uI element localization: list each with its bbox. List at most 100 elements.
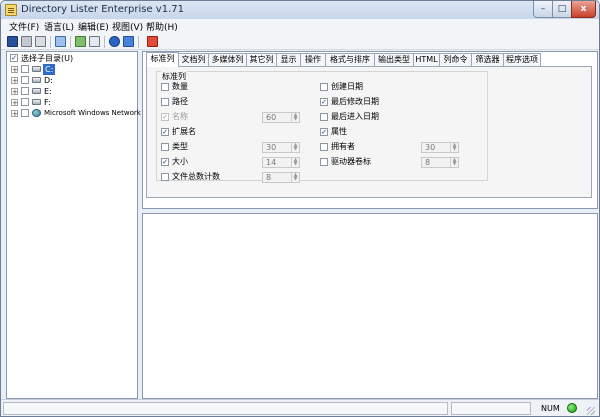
tree-item-label: E:: [44, 87, 52, 96]
tree-item-f[interactable]: + F:: [7, 97, 137, 108]
network-icon: [32, 109, 41, 117]
close-button[interactable]: x: [571, 1, 596, 18]
select-subdirectories-checkbox[interactable]: ✓: [10, 54, 18, 62]
spinner-arrows-icon[interactable]: ▲ ▼: [291, 158, 299, 167]
tree-item-label: F:: [44, 98, 51, 107]
spinner-arrows-icon[interactable]: ▲ ▼: [291, 143, 299, 152]
checkbox: ✓: [161, 113, 169, 121]
tab-actions[interactable]: 操作: [300, 53, 326, 66]
tab-media-columns[interactable]: 多媒体列: [208, 53, 247, 66]
drive-icon: [32, 88, 41, 94]
spinner-arrows-icon[interactable]: ▲ ▼: [291, 173, 299, 182]
tree-root[interactable]: ✓ 选择子目录(U): [7, 53, 137, 64]
about-icon[interactable]: [123, 36, 134, 47]
checkbox[interactable]: ✓: [320, 98, 328, 106]
checkbox[interactable]: [320, 143, 328, 151]
menu-help[interactable]: 帮助(H): [146, 20, 178, 33]
drive-icon: [32, 99, 41, 105]
app-icon: [5, 4, 17, 16]
output-pane[interactable]: [142, 213, 598, 399]
tab-filters[interactable]: 筛选器: [471, 53, 504, 66]
copy-icon[interactable]: [55, 36, 66, 47]
expand-icon[interactable]: +: [11, 110, 18, 118]
help-icon[interactable]: [109, 36, 120, 47]
checkbox[interactable]: [320, 83, 328, 91]
tree-item-label: C:: [43, 64, 56, 75]
tree-item-e[interactable]: + E:: [7, 86, 137, 97]
tree-checkbox[interactable]: [21, 109, 29, 117]
resize-grip-icon[interactable]: [587, 407, 595, 415]
tab-format-sort[interactable]: 格式与排序: [325, 53, 375, 66]
menu-bar: 文件(F) 语言(L) 编辑(E) 视图(V) 帮助(H): [1, 19, 599, 33]
tree-checkbox[interactable]: [21, 87, 29, 95]
tab-standard-columns[interactable]: 标准列: [146, 52, 179, 67]
menu-edit[interactable]: 编辑(E): [78, 20, 109, 33]
tree-item-c[interactable]: + C:: [7, 64, 137, 75]
checkbox[interactable]: [320, 113, 328, 121]
drive-icon: [32, 66, 41, 72]
menu-file[interactable]: 文件(F): [9, 20, 39, 33]
maximize-button[interactable]: □: [552, 1, 572, 18]
tab-html[interactable]: HTML: [413, 53, 440, 66]
folder-tree[interactable]: ✓ 选择子目录(U) + C: + D: + E: + F: + Microso…: [6, 51, 141, 399]
checkbox[interactable]: [161, 98, 169, 106]
tab-display[interactable]: 显示: [276, 53, 301, 66]
group-title: 标准列: [161, 71, 187, 82]
export-icon[interactable]: [75, 36, 86, 47]
print-preview-icon[interactable]: [35, 36, 46, 47]
toolbar-separator: [104, 36, 105, 48]
checkbox[interactable]: ✓: [161, 158, 169, 166]
application-window: Directory Lister Enterprise v1.71 – □ x …: [0, 0, 600, 417]
tree-item-network[interactable]: + Microsoft Windows Network: [7, 108, 141, 119]
spinner-arrows-icon[interactable]: ▲ ▼: [450, 158, 458, 167]
tab-program-options[interactable]: 程序选项: [503, 53, 541, 66]
volume-label-width-spinner[interactable]: 8 ▲ ▼: [421, 157, 459, 168]
expand-icon[interactable]: +: [11, 99, 18, 107]
tree-checkbox[interactable]: [21, 76, 29, 84]
tab-column-commands[interactable]: 列命令: [439, 53, 472, 66]
minimize-button[interactable]: –: [533, 1, 553, 18]
tab-other-columns[interactable]: 其它列: [246, 53, 277, 66]
file-count-width-spinner[interactable]: 8 ▲ ▼: [262, 172, 300, 183]
tree-item-d[interactable]: + D:: [7, 75, 137, 86]
expand-icon[interactable]: +: [11, 77, 18, 85]
tree-checkbox[interactable]: [21, 98, 29, 106]
checkbox[interactable]: [161, 83, 169, 91]
checkbox[interactable]: [161, 173, 169, 181]
checkbox[interactable]: [320, 158, 328, 166]
exit-icon[interactable]: [147, 36, 158, 47]
name-width-spinner[interactable]: 60 ▲ ▼: [262, 112, 300, 123]
menu-language[interactable]: 语言(L): [44, 20, 74, 33]
expand-icon[interactable]: +: [11, 88, 18, 96]
expand-icon[interactable]: +: [11, 66, 18, 74]
checkbox[interactable]: ✓: [320, 128, 328, 136]
status-cell-progress: [451, 402, 531, 415]
spinner-arrows-icon[interactable]: ▲ ▼: [291, 113, 299, 122]
export-html-icon[interactable]: [89, 36, 100, 47]
toolbar-separator: [70, 36, 71, 48]
toolbar-separator: [50, 36, 51, 48]
menu-view[interactable]: 视图(V): [112, 20, 143, 33]
tree-item-label: D:: [44, 76, 53, 85]
type-width-spinner[interactable]: 30 ▲ ▼: [262, 142, 300, 153]
tree-checkbox[interactable]: [21, 65, 29, 73]
title-bar[interactable]: Directory Lister Enterprise v1.71 – □ x: [1, 1, 599, 19]
tab-document-columns[interactable]: 文档列: [178, 53, 209, 66]
checkbox[interactable]: [161, 143, 169, 151]
status-bar: NUM: [1, 399, 599, 416]
owner-width-spinner[interactable]: 30 ▲ ▼: [421, 142, 459, 153]
window-title: Directory Lister Enterprise v1.71: [21, 4, 184, 15]
num-lock-indicator: NUM: [541, 404, 560, 413]
status-cell-main: [3, 402, 448, 415]
tab-output-type[interactable]: 输出类型: [374, 53, 414, 66]
checkbox[interactable]: ✓: [161, 128, 169, 136]
spinner-arrows-icon[interactable]: ▲ ▼: [450, 143, 458, 152]
standard-columns-page: 标准列 数量 路径 ✓ 名称 60 ▲ ▼ ✓ 扩展名 类型 30 ▲ ▼ ✓ …: [146, 66, 592, 198]
tree-item-label: Microsoft Windows Network: [44, 109, 141, 117]
size-width-spinner[interactable]: 14 ▲ ▼: [262, 157, 300, 168]
save-icon[interactable]: [7, 36, 18, 47]
status-led-icon: [567, 403, 577, 413]
options-panel: 标准列 文档列 多媒体列 其它列 显示 操作 格式与排序 输出类型 HTML 列…: [142, 51, 598, 209]
standard-columns-group: 标准列 数量 路径 ✓ 名称 60 ▲ ▼ ✓ 扩展名 类型 30 ▲ ▼ ✓ …: [156, 71, 488, 183]
print-icon[interactable]: [21, 36, 32, 47]
